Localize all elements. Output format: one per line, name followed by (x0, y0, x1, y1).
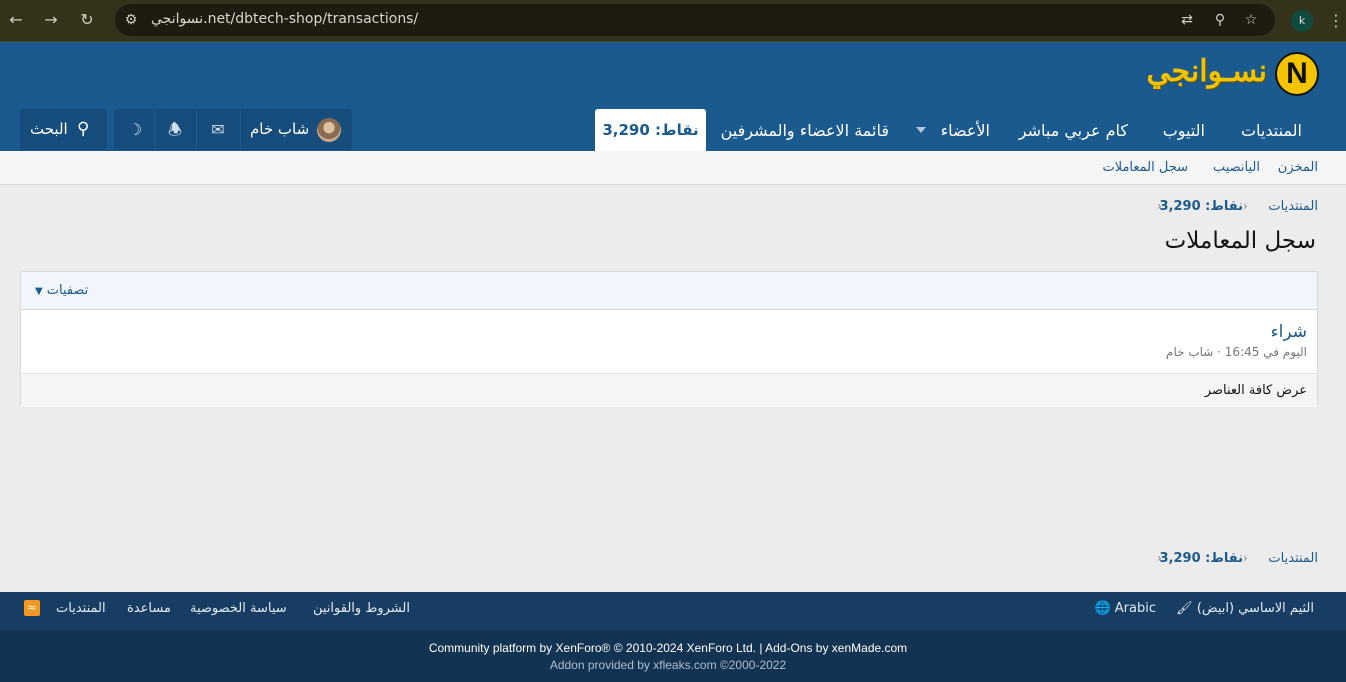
style-chooser[interactable]: 🖌 الثيم الاساسي (ابيض) (1176, 592, 1314, 626)
nav-tab-cam[interactable]: كام عربي مباشر (1019, 110, 1128, 151)
block-footer: عرض كافة العناصر (21, 373, 1317, 407)
dark-mode-moon-icon[interactable]: ☽ (116, 109, 154, 150)
addon-credit-text[interactable]: Addon provided by xfleaks.com ©2000-2022 (0, 658, 1336, 672)
breadcrumb-forums-bottom[interactable]: المنتديات (1268, 551, 1318, 566)
members-dropdown-caret-icon[interactable] (916, 127, 926, 133)
subnav-inventory[interactable]: المخزن (1278, 151, 1318, 184)
back-icon[interactable]: ← (5, 9, 27, 31)
nav-tab-tube[interactable]: التيوب (1163, 110, 1205, 151)
site-logo[interactable]: N نسـوانجي (1147, 52, 1319, 100)
transaction-title[interactable]: شراء (1271, 322, 1307, 342)
logo-text: نسـوانجي (1146, 54, 1267, 89)
site-header: N نسـوانجي المنتديات التيوب كام عربي مبا… (0, 42, 1346, 151)
nav-tab-points[interactable]: نقاط: 3,290 (595, 109, 706, 151)
transactions-block: ▼ تصفيات شراء اليوم في 16:45 · شاب خام عر… (20, 271, 1318, 407)
language-chooser[interactable]: 🌐 Arabic (1094, 592, 1156, 626)
footer-link-help[interactable]: مساعدة (127, 592, 171, 626)
brush-icon: 🖌 (1176, 601, 1193, 616)
nav-tab-members[interactable]: الأعضاء (941, 110, 990, 151)
subnav-transactions[interactable]: سجل المعاملات (1102, 151, 1188, 184)
avatar[interactable] (317, 118, 341, 142)
browser-menu-icon[interactable]: ⋮ (1328, 10, 1344, 32)
globe-icon: 🌐 (1094, 601, 1111, 616)
breadcrumb: المنتديات (1268, 199, 1318, 214)
breadcrumb-points[interactable]: نقاط: 3,290 (1160, 199, 1243, 214)
search-label: البحث (30, 120, 68, 138)
chevron-down-icon: ▼ (35, 286, 43, 297)
divider (240, 109, 241, 150)
browser-toolbar: ← → ↻ ⚙ نسوانجي.net/dbtech-shop/transact… (0, 0, 1346, 42)
footer-link-privacy[interactable]: سياسة الخصوصية (190, 592, 287, 626)
breadcrumb-chevron-icon: › (1157, 551, 1162, 565)
logo-mark: N (1275, 52, 1319, 96)
footer-link-forums[interactable]: المنتديات (56, 592, 106, 626)
page-title: سجل المعاملات (1164, 228, 1316, 254)
filters-button[interactable]: ▼ تصفيات (35, 272, 88, 309)
reload-icon[interactable]: ↻ (76, 9, 98, 31)
breadcrumb-chevron-icon: › (1243, 551, 1248, 565)
nav-tab-forums[interactable]: المنتديات (1241, 110, 1302, 151)
breadcrumb-forums[interactable]: المنتديات (1268, 199, 1318, 214)
url-text[interactable]: نسوانجي.net/dbtech-shop/transactions/ (151, 11, 418, 27)
breadcrumb-chevron-icon: › (1243, 199, 1248, 213)
site-settings-icon[interactable]: ⚙ (121, 10, 141, 30)
filter-bar: ▼ تصفيات (21, 272, 1317, 310)
rss-icon[interactable]: ≈ (24, 600, 40, 616)
copyright-text[interactable]: Community platform by XenForo® © 2010-20… (0, 641, 1336, 655)
transaction-meta: اليوم في 16:45 · شاب خام (1166, 345, 1307, 359)
bookmark-star-icon[interactable]: ☆ (1241, 10, 1261, 30)
footer-links-bar: 🖌 الثيم الاساسي (ابيض) 🌐 Arabic الشروط و… (0, 592, 1346, 630)
translate-icon[interactable]: ⇄ (1177, 10, 1197, 30)
search-button[interactable]: البحث ⚲ (20, 109, 107, 150)
view-all-link[interactable]: عرض كافة العناصر (1205, 374, 1307, 407)
alerts-bell-icon[interactable]: 🕭 (155, 109, 195, 150)
nav-tab-staff[interactable]: قائمة الاعضاء والمشرفين (721, 110, 889, 151)
filters-label: تصفيات (46, 283, 89, 298)
forward-icon[interactable]: → (40, 9, 62, 31)
breadcrumb-points-bottom[interactable]: نقاط: 3,290 (1160, 551, 1243, 566)
account-username[interactable]: شاب خام (250, 109, 309, 150)
subnav-lottery[interactable]: اليانصيب (1213, 151, 1260, 184)
language-label: Arabic (1114, 601, 1156, 616)
footer-copyright: Community platform by XenForo® © 2010-20… (0, 630, 1346, 682)
footer-link-terms[interactable]: الشروط والقوانين (313, 592, 410, 626)
sub-navigation: المخزن اليانصيب سجل المعاملات (0, 151, 1346, 185)
inbox-envelope-icon[interactable]: ✉ (197, 109, 239, 150)
user-bar: ☽ 🕭 ✉ شاب خام (114, 109, 352, 150)
search-icon: ⚲ (77, 119, 90, 139)
breadcrumb-chevron-icon: › (1157, 199, 1162, 213)
profile-avatar[interactable]: k (1291, 10, 1313, 32)
address-bar[interactable]: ⚙ نسوانجي.net/dbtech-shop/transactions/ … (115, 4, 1275, 36)
zoom-icon[interactable]: ⚲ (1210, 10, 1230, 30)
style-chooser-label: الثيم الاساسي (ابيض) (1196, 601, 1314, 616)
